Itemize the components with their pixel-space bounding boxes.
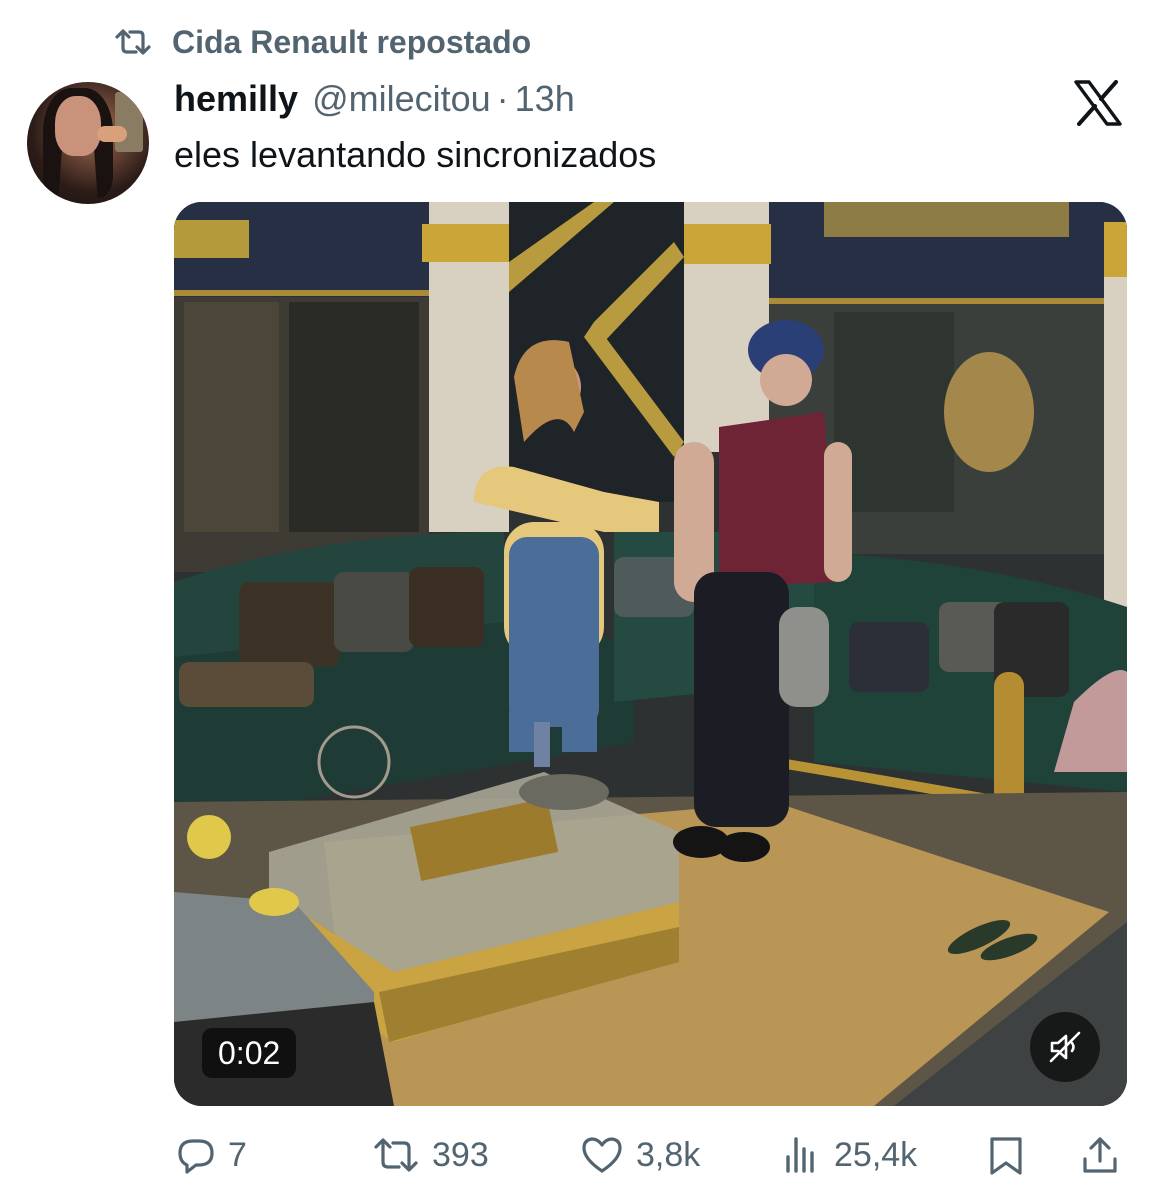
reply-button[interactable]: 7 (176, 1130, 247, 1180)
author-handle[interactable]: @milecitou (312, 78, 491, 120)
views-icon (786, 1137, 814, 1173)
repost-icon (374, 1138, 418, 1172)
view-count: 25,4k (834, 1135, 918, 1174)
x-logo-icon (1074, 80, 1122, 126)
share-button[interactable] (1080, 1130, 1120, 1180)
video-player[interactable]: 0:02 (174, 202, 1127, 1106)
separator-dot: · (496, 78, 509, 119)
tweet-header: hemilly @milecitou · 13h (174, 78, 575, 124)
views-button[interactable]: 25,4k (782, 1130, 917, 1180)
avatar[interactable] (27, 82, 149, 204)
repost-banner[interactable]: Cida Renault repostado (112, 22, 531, 62)
bookmark-icon (990, 1137, 1022, 1175)
bookmark-button[interactable] (986, 1130, 1026, 1180)
heart-icon (582, 1137, 622, 1173)
author-name[interactable]: hemilly (174, 78, 298, 120)
video-frame (174, 202, 1127, 1106)
reply-icon (178, 1139, 214, 1174)
speaker-muted-icon (1049, 1031, 1081, 1063)
tweet-text: eles levantando sincronizados (174, 134, 657, 175)
video-timestamp: 0:02 (202, 1028, 297, 1078)
action-bar: 7 393 3,8k 25,4k (0, 1130, 1155, 1180)
repost-icon (112, 26, 154, 58)
repost-banner-text: Cida Renault repostado (172, 23, 532, 60)
tweet-time[interactable]: 13h (515, 78, 575, 120)
repost-count: 393 (432, 1135, 489, 1174)
like-count: 3,8k (636, 1135, 701, 1174)
repost-button[interactable]: 393 (372, 1130, 489, 1180)
reply-count: 7 (228, 1135, 247, 1174)
share-icon (1083, 1137, 1117, 1173)
mute-button[interactable] (1030, 1012, 1100, 1082)
like-button[interactable]: 3,8k (580, 1130, 700, 1180)
